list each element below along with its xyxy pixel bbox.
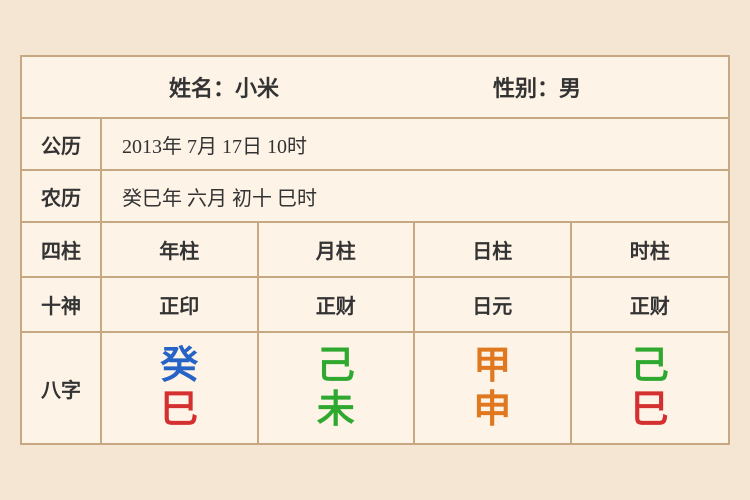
header-row: 姓名：小米 性别：男 bbox=[22, 57, 728, 119]
bazi-0-bottom: 巳 bbox=[160, 391, 198, 429]
shishen-row: 十神 正印 正财 日元 正财 bbox=[22, 278, 728, 333]
bazi-1-bottom: 未 bbox=[317, 391, 355, 429]
bazi-3-top: 己 bbox=[631, 347, 669, 385]
bazi-2-bottom: 申 bbox=[473, 391, 511, 429]
sizhu-shi: 时柱 bbox=[572, 223, 729, 276]
gregorian-value: 2013年 7月 17日 10时 bbox=[102, 120, 327, 169]
main-container: 姓名：小米 性别：男 公历 2013年 7月 17日 10时 农历 癸巳年 六月… bbox=[20, 55, 730, 445]
sizhu-nian: 年柱 bbox=[102, 223, 259, 276]
sizhu-ri: 日柱 bbox=[415, 223, 572, 276]
sizhu-row: 四柱 年柱 月柱 日柱 时柱 bbox=[22, 223, 728, 278]
sizhu-yue: 月柱 bbox=[259, 223, 416, 276]
gregorian-row: 公历 2013年 7月 17日 10时 bbox=[22, 119, 728, 171]
shishen-nian: 正印 bbox=[102, 278, 259, 331]
gender-label: 性别：男 bbox=[493, 71, 581, 103]
shishen-yue: 正财 bbox=[259, 278, 416, 331]
lunar-row: 农历 癸巳年 六月 初十 巳时 bbox=[22, 171, 728, 223]
bazi-2-top: 甲 bbox=[473, 347, 511, 385]
shishen-shi: 正财 bbox=[572, 278, 729, 331]
bazi-col-1: 己 未 bbox=[259, 333, 416, 443]
gregorian-label: 公历 bbox=[22, 119, 102, 169]
bazi-label: 八字 bbox=[22, 333, 102, 443]
bazi-0-top: 癸 bbox=[160, 347, 198, 385]
bazi-1-top: 己 bbox=[317, 347, 355, 385]
shishen-label: 十神 bbox=[22, 278, 102, 331]
bazi-col-2: 甲 申 bbox=[415, 333, 572, 443]
lunar-value: 癸巳年 六月 初十 巳时 bbox=[102, 172, 337, 221]
bazi-col-0: 癸 巳 bbox=[102, 333, 259, 443]
shishen-ri: 日元 bbox=[415, 278, 572, 331]
bazi-3-bottom: 巳 bbox=[631, 391, 669, 429]
bazi-row: 八字 癸 巳 己 未 甲 申 己 巳 bbox=[22, 333, 728, 443]
sizhu-label: 四柱 bbox=[22, 223, 102, 276]
name-label: 姓名：小米 bbox=[169, 71, 279, 103]
lunar-label: 农历 bbox=[22, 171, 102, 221]
bazi-col-3: 己 巳 bbox=[572, 333, 729, 443]
